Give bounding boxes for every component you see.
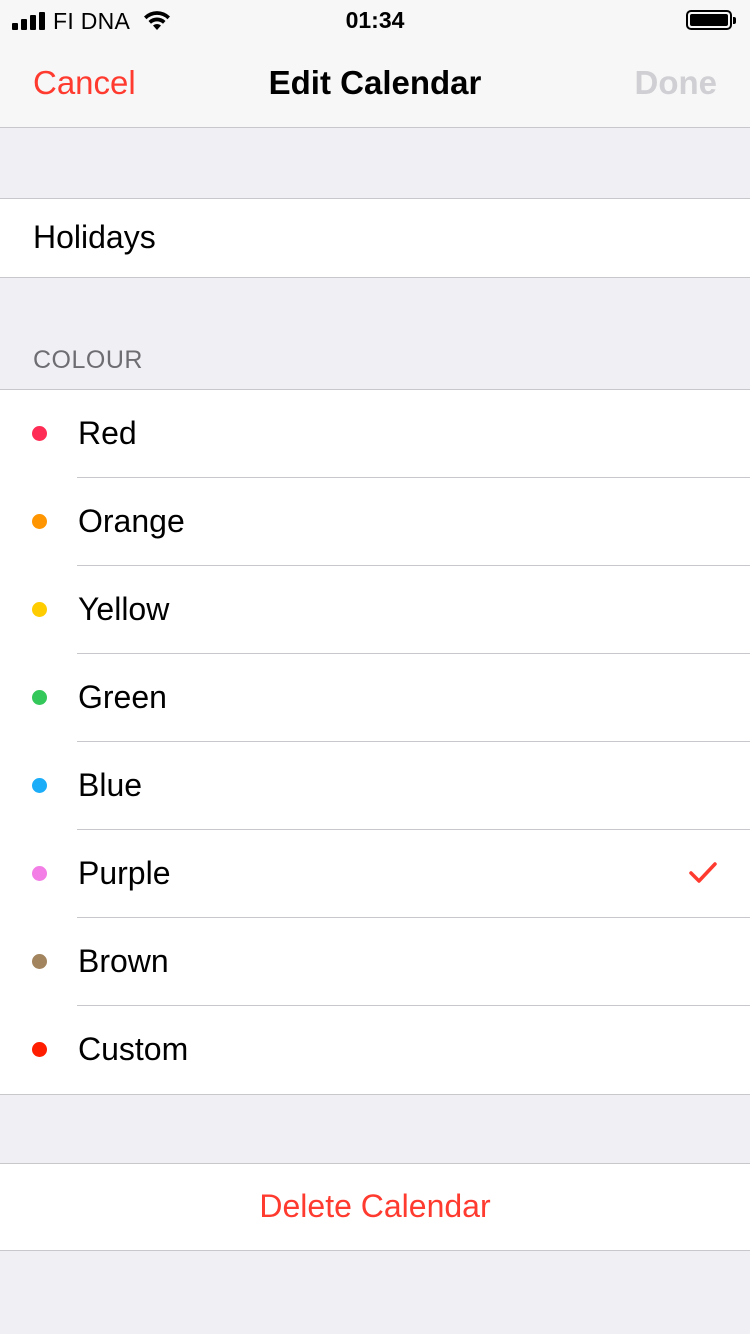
colour-option-brown[interactable]: Brown: [0, 918, 750, 1006]
colour-option-purple[interactable]: Purple: [0, 830, 750, 918]
delete-calendar-row[interactable]: Delete Calendar: [0, 1163, 750, 1251]
colour-dot-icon: [32, 954, 47, 969]
colour-dot-icon: [32, 426, 47, 441]
colour-label: Red: [78, 415, 137, 451]
colour-option-orange[interactable]: Orange: [0, 478, 750, 566]
colour-section-header: COLOUR: [33, 346, 143, 374]
colour-option-green[interactable]: Green: [0, 654, 750, 742]
battery-icon: [686, 10, 736, 30]
colour-label: Yellow: [78, 591, 170, 627]
colour-option-yellow[interactable]: Yellow: [0, 566, 750, 654]
colour-dot-icon: [32, 514, 47, 529]
colour-option-custom[interactable]: Custom: [0, 1006, 750, 1094]
calendar-name-field[interactable]: Holidays: [0, 198, 750, 278]
colour-label: Green: [78, 679, 167, 715]
colour-label: Purple: [78, 855, 171, 891]
colour-dot-icon: [32, 602, 47, 617]
colour-label: Brown: [78, 943, 169, 979]
colour-label: Custom: [78, 1031, 189, 1067]
colour-dot-icon: [32, 866, 47, 881]
status-bar: FI DNA 01:34: [0, 0, 750, 40]
done-button[interactable]: Done: [635, 64, 718, 102]
colour-dot-icon: [32, 690, 47, 705]
calendar-name-text: Holidays: [33, 219, 156, 255]
checkmark-icon: [689, 862, 717, 883]
colour-option-blue[interactable]: Blue: [0, 742, 750, 830]
colour-list: Red Orange Yellow Green Blue Purple Brow…: [0, 389, 750, 1095]
colour-dot-icon: [32, 778, 47, 793]
delete-calendar-button[interactable]: Delete Calendar: [0, 1188, 750, 1225]
colour-label: Orange: [78, 503, 185, 539]
navigation-bar: Cancel Edit Calendar Done: [0, 40, 750, 128]
status-time: 01:34: [345, 7, 405, 33]
edit-calendar-screen: FI DNA 01:34 Cancel Edit Calendar Done H…: [0, 0, 750, 1334]
colour-option-red[interactable]: Red: [0, 390, 750, 478]
colour-dot-icon: [32, 1042, 47, 1057]
colour-label: Blue: [78, 767, 143, 803]
